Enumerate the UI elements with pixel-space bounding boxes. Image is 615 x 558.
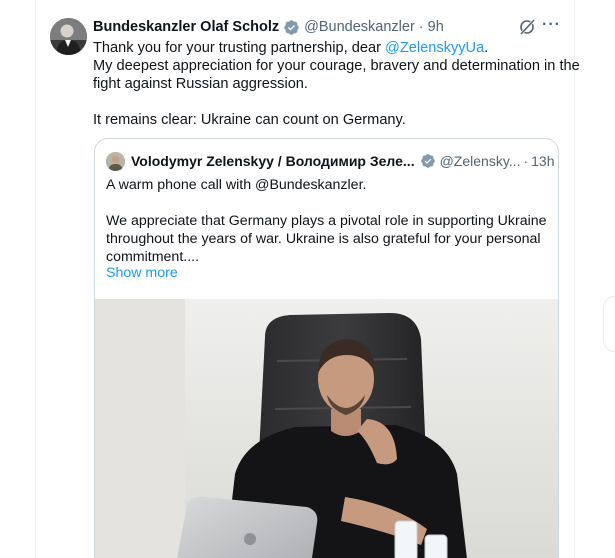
author-handle[interactable]: @Bundeskanzler: [304, 19, 415, 35]
quoted-text-line: throughout the years of war. Ukraine is …: [106, 231, 541, 247]
quoted-author-name[interactable]: Volodymyr Zelenskyy / Володимир Зеле...: [131, 153, 415, 169]
mention-link[interactable]: @ZelenskyyUa: [385, 40, 484, 56]
quoted-avatar-photo: [106, 151, 125, 171]
tweet-text-line: Thank you for your trusting partnership,…: [93, 39, 567, 57]
quoted-avatar[interactable]: [106, 151, 125, 171]
separator-dot: ·: [418, 19, 424, 35]
tweet-text-line: It remains clear: Ukraine can count on G…: [93, 112, 406, 128]
tweet-header: Bundeskanzler Olaf Scholz @Bundeskanzler…: [93, 17, 444, 37]
tweet-text-line: fight against Russian aggression.: [93, 76, 308, 92]
quoted-text-line: We appreciate that Germany plays a pivot…: [106, 213, 547, 229]
photo-illustration: [95, 299, 558, 558]
quoted-text-line: A warm phone call with @Bundeskanzler.: [106, 177, 367, 193]
quoted-tweet[interactable]: Volodymyr Zelenskyy / Володимир Зеле... …: [94, 138, 559, 558]
timestamp[interactable]: 9h: [428, 19, 444, 35]
avatar-photo: [50, 18, 87, 55]
verified-badge-icon: [420, 153, 436, 169]
verified-badge-icon: [283, 19, 300, 36]
quoted-author-handle[interactable]: @Zelensky...: [440, 153, 521, 169]
separator-dot: ·: [523, 153, 529, 169]
tweet-text-segment: Thank you for your trusting partnership,…: [93, 40, 386, 56]
tweet-text: Thank you for your trusting partnership,…: [93, 39, 580, 129]
avatar[interactable]: [50, 18, 87, 55]
show-more-link[interactable]: Show more: [106, 265, 178, 281]
quoted-text-line: commitment....: [106, 249, 200, 265]
author-name[interactable]: Bundeskanzler Olaf Scholz: [93, 19, 279, 35]
more-icon[interactable]: ···: [542, 17, 562, 37]
quoted-timestamp[interactable]: 13h: [531, 153, 554, 169]
side-panel-edge: [603, 296, 615, 352]
quoted-media-photo[interactable]: [95, 299, 558, 558]
tweet[interactable]: Bundeskanzler Olaf Scholz @Bundeskanzler…: [36, 0, 580, 558]
quoted-tweet-header: Volodymyr Zelenskyy / Володимир Зеле... …: [106, 151, 555, 171]
grok-icon[interactable]: [518, 18, 536, 36]
quoted-tweet-text: A warm phone call with @Bundeskanzler. W…: [106, 176, 556, 266]
tweet-text-line: My deepest appreciation for your courage…: [93, 58, 580, 74]
tweet-text-segment: .: [484, 40, 489, 56]
timeline-border-right: [574, 0, 575, 558]
